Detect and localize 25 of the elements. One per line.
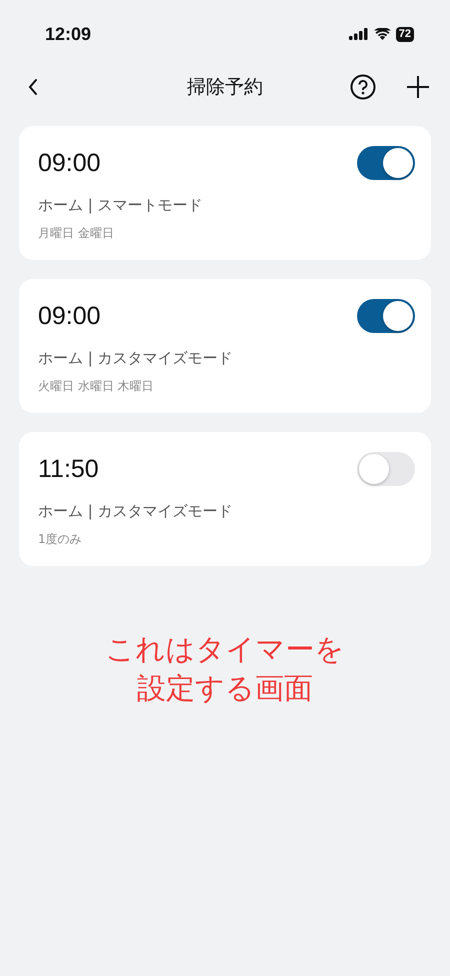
toggle-switch[interactable] [357,452,415,486]
schedule-mode: ホーム | カスタマイズモード [38,349,234,368]
schedule-mode: ホーム | スマートモード [38,196,204,215]
back-icon[interactable] [27,78,39,96]
schedule-card[interactable]: 09:00 ホーム | スマートモード 月曜日 金曜日 [19,126,431,260]
wifi-icon [374,28,391,40]
schedule-days: 月曜日 金曜日 [38,225,415,242]
battery-level: 72 [396,26,414,42]
schedule-time: 09:00 [38,148,101,178]
schedule-mode: ホーム | カスタマイズモード [38,502,234,521]
add-icon[interactable] [406,75,430,99]
annotation-text: 設定する画面 [137,670,313,708]
status-time: 12:09 [45,24,92,44]
signal-icon [348,28,369,40]
page-title: 掃除予約 [187,75,263,100]
annotation-text: これはタイマーを [106,631,344,668]
schedule-days: 1度のみ [38,531,415,548]
schedule-card[interactable]: 11:50 ホーム | カスタマイズモード 1度のみ [19,432,431,566]
toggle-switch[interactable] [357,299,415,333]
help-icon[interactable] [350,74,376,100]
schedule-days: 火曜日 水曜日 木曜日 [38,378,415,395]
schedule-time: 11:50 [38,454,99,484]
schedule-card[interactable]: 09:00 ホーム | カスタマイズモード 火曜日 水曜日 木曜日 [19,279,431,413]
schedule-time: 09:00 [38,302,101,330]
toggle-switch[interactable] [357,146,415,180]
